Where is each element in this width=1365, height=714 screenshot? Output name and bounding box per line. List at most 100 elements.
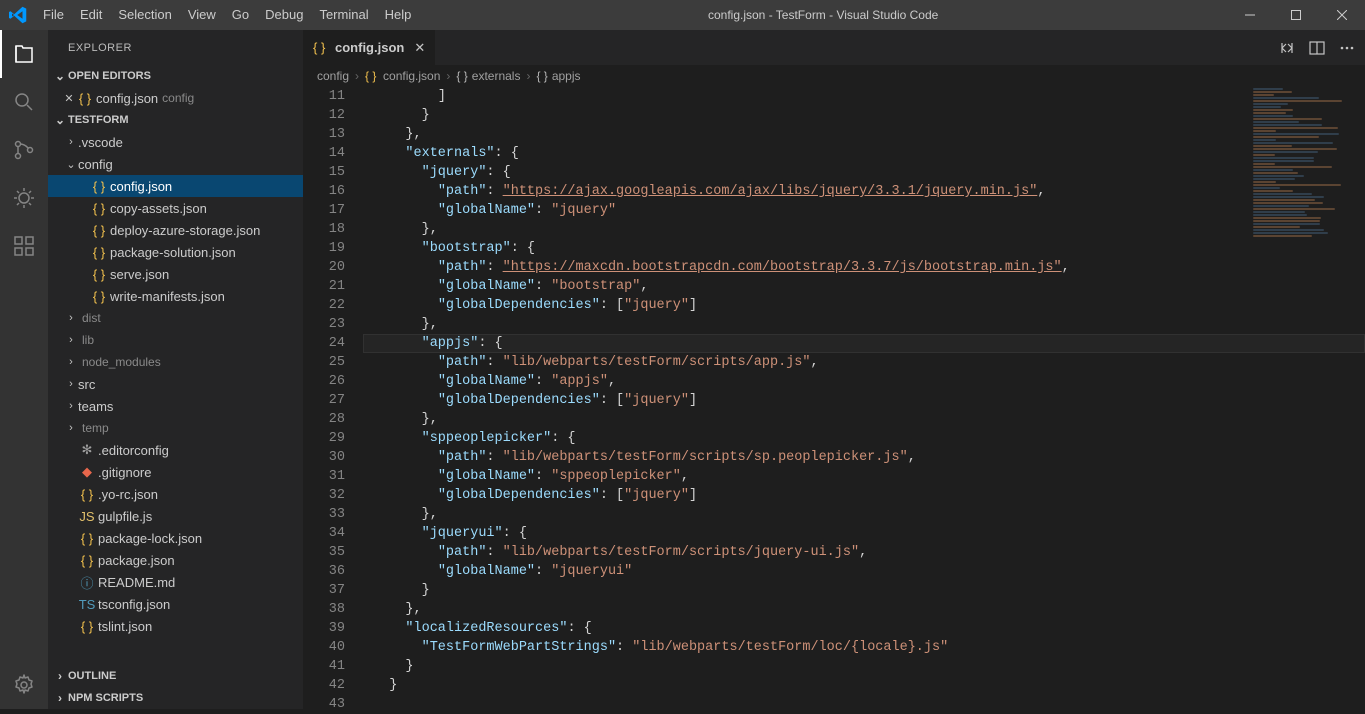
- editor-tab[interactable]: { } config.json ✕: [303, 30, 436, 65]
- extensions-activity-icon[interactable]: [0, 222, 48, 270]
- menu-item-file[interactable]: File: [35, 0, 72, 30]
- js-file-icon: JS: [78, 509, 96, 524]
- file-item[interactable]: ✻.editorconfig: [48, 439, 303, 461]
- chevron-icon: ⌄: [64, 158, 78, 171]
- code-line[interactable]: "bootstrap": {: [363, 239, 1365, 258]
- code-editor[interactable]: ] } }, "externals": { "jquery": { "path"…: [363, 87, 1365, 709]
- workspace-section[interactable]: ⌄ TESTFORM: [48, 109, 303, 131]
- menu-item-terminal[interactable]: Terminal: [311, 0, 376, 30]
- open-editor-item[interactable]: ✕ { } config.json config: [48, 87, 303, 109]
- breadcrumb-item[interactable]: { }config.json: [365, 69, 440, 83]
- code-line[interactable]: "globalName": "jqueryui": [363, 562, 1365, 581]
- file-item[interactable]: { }copy-assets.json: [48, 197, 303, 219]
- code-line[interactable]: "externals": {: [363, 144, 1365, 163]
- file-item[interactable]: { }.yo-rc.json: [48, 483, 303, 505]
- menu-item-go[interactable]: Go: [224, 0, 257, 30]
- code-line[interactable]: "path": "lib/webparts/testForm/scripts/a…: [363, 353, 1365, 372]
- menu-item-debug[interactable]: Debug: [257, 0, 311, 30]
- explorer-activity-icon[interactable]: [0, 30, 48, 78]
- code-line[interactable]: "appjs": {: [363, 334, 1365, 353]
- code-line[interactable]: "path": "https://maxcdn.bootstrapcdn.com…: [363, 258, 1365, 277]
- file-item[interactable]: { }write-manifests.json: [48, 285, 303, 307]
- menu-item-view[interactable]: View: [180, 0, 224, 30]
- settings-activity-icon[interactable]: [0, 661, 48, 709]
- json-file-icon: { }: [90, 245, 108, 260]
- code-line[interactable]: },: [363, 125, 1365, 144]
- folder-item[interactable]: ›dist: [48, 307, 303, 329]
- breadcrumb-item[interactable]: { }externals: [456, 69, 520, 83]
- folder-item[interactable]: ›lib: [48, 329, 303, 351]
- folder-item[interactable]: ›src: [48, 373, 303, 395]
- folder-item[interactable]: ›temp: [48, 417, 303, 439]
- close-tab-icon[interactable]: ✕: [414, 40, 425, 56]
- folder-item[interactable]: ⌄config: [48, 153, 303, 175]
- code-line[interactable]: }: [363, 106, 1365, 125]
- editor-tabs: { } config.json ✕: [303, 30, 1365, 65]
- file-item[interactable]: JSgulpfile.js: [48, 505, 303, 527]
- json-file-icon: { }: [90, 179, 108, 194]
- code-line[interactable]: }: [363, 581, 1365, 600]
- file-item[interactable]: { }package.json: [48, 549, 303, 571]
- code-line[interactable]: "path": "https://ajax.googleapis.com/aja…: [363, 182, 1365, 201]
- debug-activity-icon[interactable]: [0, 174, 48, 222]
- json-file-icon: { }: [90, 201, 108, 216]
- split-editor-icon[interactable]: [1309, 40, 1325, 56]
- code-line[interactable]: },: [363, 315, 1365, 334]
- code-line[interactable]: "TestFormWebPartStrings": "lib/webparts/…: [363, 638, 1365, 657]
- close-editor-icon[interactable]: ✕: [62, 92, 76, 105]
- code-line[interactable]: },: [363, 410, 1365, 429]
- code-line[interactable]: "globalDependencies": ["jquery"]: [363, 391, 1365, 410]
- folder-item[interactable]: ›teams: [48, 395, 303, 417]
- code-line[interactable]: "jqueryui": {: [363, 524, 1365, 543]
- file-item[interactable]: { }serve.json: [48, 263, 303, 285]
- vscode-logo-icon: [0, 6, 35, 24]
- file-item[interactable]: { }tslint.json: [48, 615, 303, 637]
- breadcrumb[interactable]: config›{ }config.json›{ }externals›{ }ap…: [303, 65, 1365, 87]
- folder-item[interactable]: ›node_modules: [48, 351, 303, 373]
- code-line[interactable]: "sppeoplepicker": {: [363, 429, 1365, 448]
- breadcrumb-item[interactable]: config: [317, 69, 349, 83]
- file-item[interactable]: ⓘREADME.md: [48, 571, 303, 593]
- compare-changes-icon[interactable]: [1279, 40, 1295, 56]
- code-line[interactable]: }: [363, 676, 1365, 695]
- code-line[interactable]: ]: [363, 87, 1365, 106]
- code-line[interactable]: }: [363, 657, 1365, 676]
- outline-section[interactable]: › OUTLINE: [48, 665, 303, 687]
- file-item[interactable]: { }package-solution.json: [48, 241, 303, 263]
- code-line[interactable]: "globalName": "sppeoplepicker",: [363, 467, 1365, 486]
- menu-item-edit[interactable]: Edit: [72, 0, 110, 30]
- code-line[interactable]: },: [363, 505, 1365, 524]
- code-line[interactable]: "globalDependencies": ["jquery"]: [363, 486, 1365, 505]
- file-item[interactable]: { }config.json: [48, 175, 303, 197]
- minimize-button[interactable]: [1227, 0, 1273, 30]
- code-line[interactable]: "jquery": {: [363, 163, 1365, 182]
- file-item[interactable]: { }deploy-azure-storage.json: [48, 219, 303, 241]
- code-line[interactable]: [363, 695, 1365, 709]
- maximize-button[interactable]: [1273, 0, 1319, 30]
- code-line[interactable]: "globalDependencies": ["jquery"]: [363, 296, 1365, 315]
- code-line[interactable]: "path": "lib/webparts/testForm/scripts/s…: [363, 448, 1365, 467]
- code-line[interactable]: "localizedResources": {: [363, 619, 1365, 638]
- scm-activity-icon[interactable]: [0, 126, 48, 174]
- code-line[interactable]: "path": "lib/webparts/testForm/scripts/j…: [363, 543, 1365, 562]
- code-line[interactable]: "globalName": "bootstrap",: [363, 277, 1365, 296]
- folder-item[interactable]: ›.vscode: [48, 131, 303, 153]
- menu-item-help[interactable]: Help: [377, 0, 420, 30]
- file-item[interactable]: { }package-lock.json: [48, 527, 303, 549]
- minimap[interactable]: [1245, 87, 1365, 709]
- file-item[interactable]: TStsconfig.json: [48, 593, 303, 615]
- json-file-icon: { }: [365, 69, 379, 83]
- npm-scripts-section[interactable]: › NPM SCRIPTS: [48, 687, 303, 709]
- search-activity-icon[interactable]: [0, 78, 48, 126]
- code-line[interactable]: "globalName": "appjs",: [363, 372, 1365, 391]
- chevron-right-icon: ›: [526, 69, 530, 83]
- code-line[interactable]: },: [363, 220, 1365, 239]
- breadcrumb-item[interactable]: { }appjs: [536, 69, 580, 83]
- close-button[interactable]: [1319, 0, 1365, 30]
- code-line[interactable]: "globalName": "jquery": [363, 201, 1365, 220]
- open-editors-section[interactable]: ⌄ OPEN EDITORS: [48, 65, 303, 87]
- more-actions-icon[interactable]: [1339, 40, 1355, 56]
- code-line[interactable]: },: [363, 600, 1365, 619]
- file-item[interactable]: ◆.gitignore: [48, 461, 303, 483]
- menu-item-selection[interactable]: Selection: [110, 0, 179, 30]
